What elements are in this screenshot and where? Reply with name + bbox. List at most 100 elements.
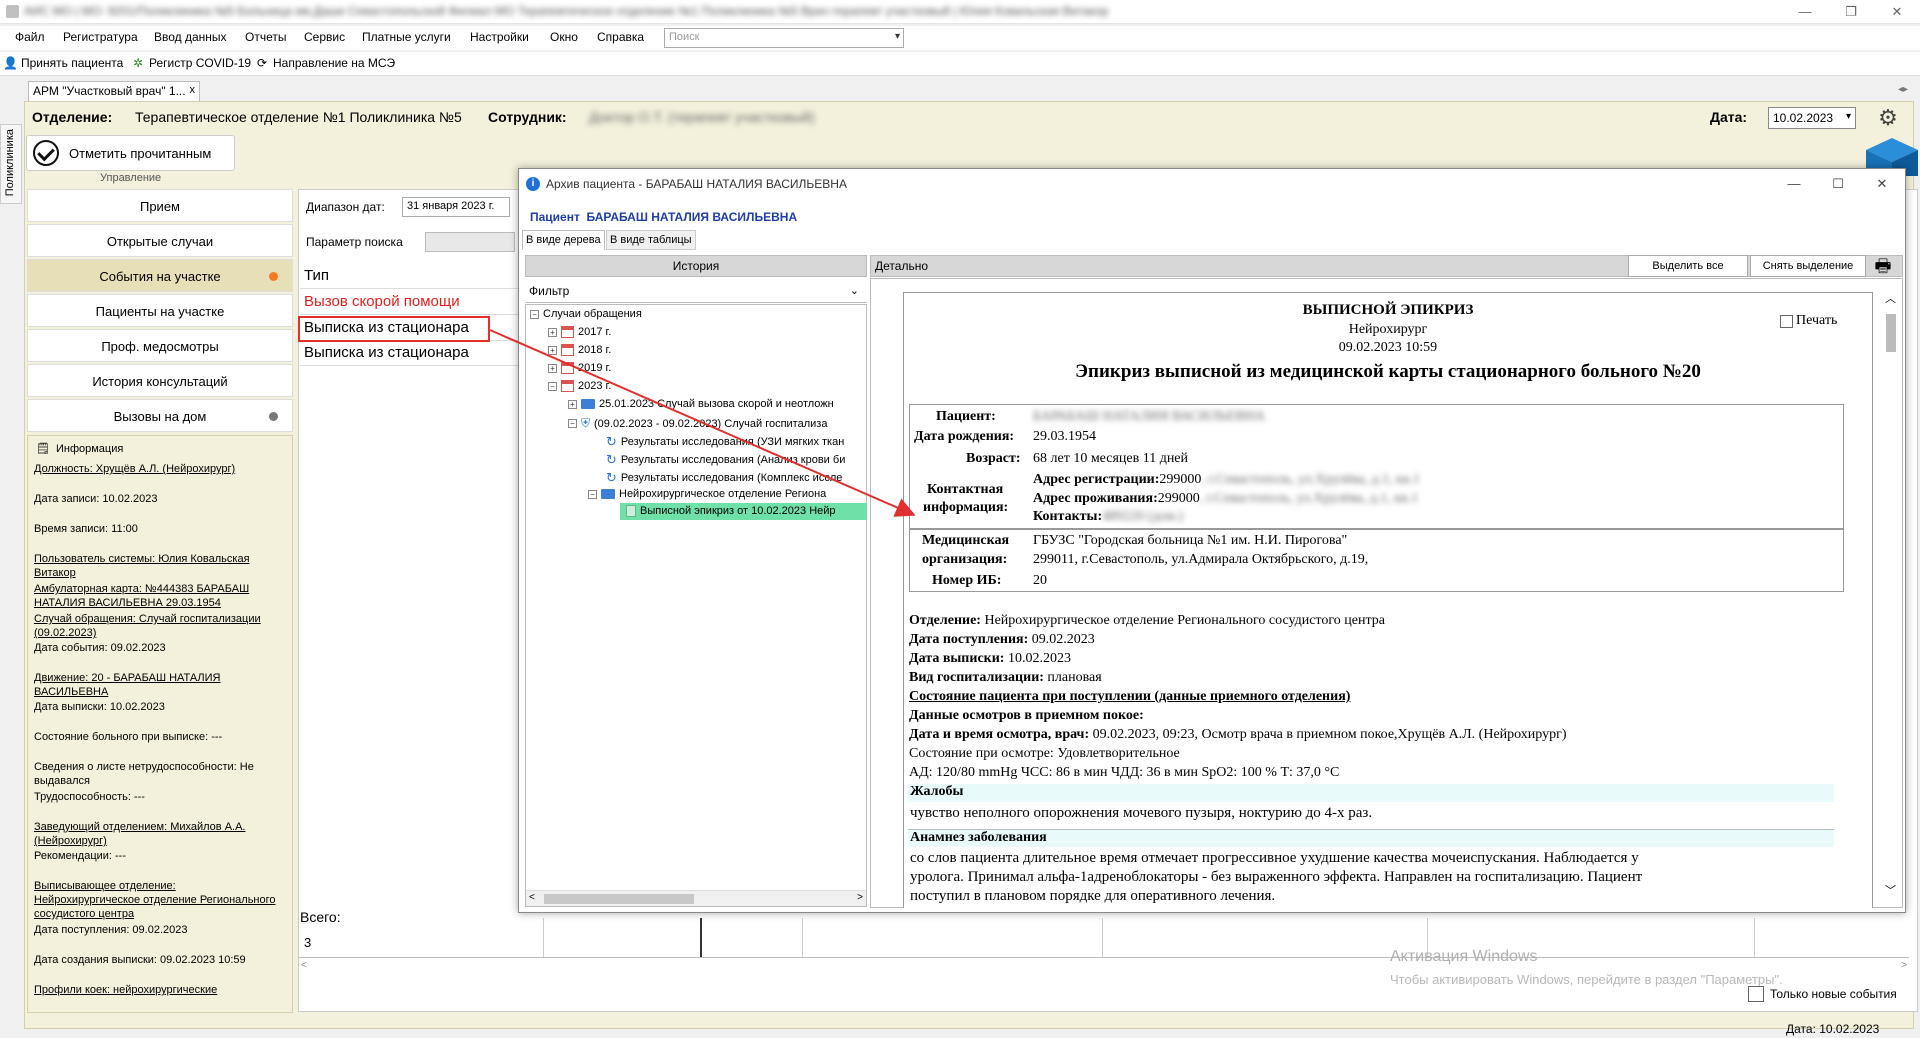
chevron-down-icon[interactable]: ⌄ bbox=[850, 284, 859, 297]
event-row-ambulance[interactable]: Вызов скорой помощи bbox=[300, 290, 520, 315]
tree-node-2023[interactable]: − 2023 г. bbox=[548, 380, 611, 392]
calendar-icon bbox=[561, 380, 574, 392]
printer-icon[interactable]: 🖶 bbox=[1868, 256, 1898, 276]
info-outpatient-card[interactable]: Амбулаторная карта: №444383 БАРАБАШ НАТА… bbox=[34, 582, 284, 610]
nav-district-events[interactable]: События на участке bbox=[27, 259, 293, 292]
select-all-button[interactable]: Выделить все bbox=[1628, 255, 1748, 277]
tab-scroll-arrows[interactable]: ◂▸ bbox=[1898, 84, 1908, 95]
menu-window[interactable]: Окно bbox=[550, 30, 578, 44]
menu-service[interactable]: Сервис bbox=[304, 30, 345, 44]
windows-activation-text: Чтобы активировать Windows, перейдите в … bbox=[1390, 972, 1783, 987]
global-search-input[interactable]: Поиск ▾ bbox=[664, 28, 904, 48]
minimize-button[interactable]: — bbox=[1782, 0, 1828, 24]
tree-node-blood-result[interactable]: ↻ Результаты исследования (Анализ крови … bbox=[606, 452, 845, 468]
scroll-right-icon[interactable]: > bbox=[857, 892, 863, 903]
dialog-maximize-button[interactable]: ☐ bbox=[1818, 172, 1858, 196]
scroll-thumb[interactable] bbox=[544, 894, 694, 904]
mse-referral-button[interactable]: ⟳ Направление на МСЭ bbox=[255, 56, 395, 70]
checkbox-box[interactable] bbox=[1780, 314, 1793, 328]
collapse-icon[interactable]: − bbox=[568, 419, 577, 428]
tree-node-cases[interactable]: − Случаи обращения bbox=[530, 308, 642, 320]
menu-file[interactable]: Файл bbox=[15, 30, 45, 44]
tree-node-2019[interactable]: + 2019 г. bbox=[548, 362, 611, 374]
accept-patient-button[interactable]: 👤 Принять пациента bbox=[3, 56, 123, 70]
only-new-events-checkbox[interactable]: Только новые события bbox=[1748, 986, 1897, 1002]
chevron-down-icon[interactable]: ▾ bbox=[895, 31, 900, 42]
menu-reports[interactable]: Отчеты bbox=[245, 30, 286, 44]
scroll-left-icon[interactable]: < bbox=[301, 960, 307, 971]
checkbox-box[interactable] bbox=[1748, 986, 1764, 1002]
menu-paid-services[interactable]: Платные услуги bbox=[362, 30, 451, 44]
windows-activation-title: Активация Windows bbox=[1390, 948, 1538, 965]
scroll-right-icon[interactable]: > bbox=[1901, 960, 1907, 971]
tab-tree-view[interactable]: В виде дерева bbox=[522, 230, 605, 250]
menu-registry[interactable]: Регистратура bbox=[63, 30, 138, 44]
tab-table-view[interactable]: В виде таблицы bbox=[606, 230, 696, 250]
tree-node-discharge-epicrisis[interactable]: Выписной эпикриз от 10.02.2023 Нейр bbox=[626, 505, 836, 517]
age-label: Возраст: bbox=[966, 451, 1021, 466]
accept-patient-icon: 👤 bbox=[3, 56, 18, 70]
tree-horizontal-scrollbar[interactable]: < > bbox=[526, 890, 866, 906]
tree-node-neurosurgery-dept[interactable]: − Нейрохирургическое отделение Региона bbox=[588, 488, 826, 500]
nav-consult-history[interactable]: История консультаций bbox=[27, 364, 293, 397]
anamnesis-heading: Анамнез заболевания bbox=[908, 829, 1834, 847]
info-sick-leave: Сведения о листе нетрудоспособности: Не … bbox=[34, 761, 254, 787]
restore-button[interactable]: ❐ bbox=[1828, 0, 1874, 24]
epicrisis-heading: Эпикриз выписной из медицинской карты ст… bbox=[1075, 361, 1701, 382]
event-row-discharge-2[interactable]: Выписка из стационара bbox=[300, 341, 520, 366]
polyclinic-side-tab[interactable]: Поликлиника bbox=[0, 124, 22, 204]
tree-node-2018[interactable]: + 2018 г. bbox=[548, 344, 611, 356]
tree-node-hospitalization-case[interactable]: − ⛨ (09.02.2023 - 09.02.2023) Случай госп… bbox=[568, 416, 827, 431]
chevron-down-icon[interactable]: ▾ bbox=[1846, 111, 1851, 122]
info-head-of-dept[interactable]: Заведующий отделением: Михайлов А.А. (Не… bbox=[34, 820, 284, 848]
expand-icon[interactable]: + bbox=[548, 327, 557, 337]
info-position[interactable]: Должность: Хрущёв А.Л. (Нейрохирург) bbox=[34, 462, 284, 476]
collapse-icon[interactable]: − bbox=[588, 489, 597, 499]
print-checkbox[interactable]: Печать bbox=[1780, 313, 1837, 329]
collapse-icon[interactable]: − bbox=[530, 309, 539, 319]
folder-icon bbox=[601, 489, 615, 499]
dob-label: Дата рождения: bbox=[914, 429, 1015, 444]
tree-node-2017[interactable]: + 2017 г. bbox=[548, 326, 611, 338]
type-column-header[interactable]: Тип bbox=[300, 264, 520, 289]
date-range-input[interactable]: 31 января 2023 г. bbox=[402, 197, 510, 217]
collapse-icon[interactable]: − bbox=[548, 381, 557, 391]
nav-prof-exams[interactable]: Проф. медосмотры bbox=[27, 329, 293, 362]
header-row: Отделение: Терапевтическое отделение №1 … bbox=[32, 109, 1912, 129]
nav-district-patients[interactable]: Пациенты на участке bbox=[27, 294, 293, 327]
mark-read-button[interactable]: Отметить прочитанным bbox=[26, 135, 235, 171]
search-param-input[interactable] bbox=[425, 232, 515, 252]
date-picker[interactable]: 10.02.2023 ▾ bbox=[1768, 107, 1856, 129]
menu-help[interactable]: Справка bbox=[597, 30, 644, 44]
scroll-down-icon[interactable]: ﹀ bbox=[1885, 882, 1896, 898]
scroll-up-icon[interactable]: ︿ bbox=[1885, 290, 1896, 306]
tree-node-ultrasound-result[interactable]: ↻ Результаты исследования (УЗИ мягких тк… bbox=[606, 434, 844, 450]
tab-arm-district-doctor[interactable]: АРМ "Участковый врач" 1... x bbox=[28, 81, 200, 101]
tree-node-complex-result[interactable]: ↻ Результаты исследования (Комплекс иссл… bbox=[606, 470, 842, 486]
nav-home-calls[interactable]: Вызовы на дом bbox=[27, 399, 293, 432]
dialog-minimize-button[interactable]: — bbox=[1774, 172, 1814, 196]
menu-data-entry[interactable]: Ввод данных bbox=[154, 30, 227, 44]
info-discharging-dept[interactable]: Выписывающее отделение: Нейрохирургическ… bbox=[34, 879, 284, 921]
scroll-left-icon[interactable]: < bbox=[529, 892, 535, 903]
filter-dropdown[interactable]: Фильтр ⌄ bbox=[525, 281, 867, 303]
tree-node-ambulance-case[interactable]: + 25.01.2023 Случай вызова скорой и неот… bbox=[568, 398, 834, 410]
expand-icon[interactable]: + bbox=[548, 363, 557, 373]
info-movement[interactable]: Движение: 20 - БАРАБАШ НАТАЛИЯ ВАСИЛЬЕВН… bbox=[34, 671, 284, 699]
nav-reception[interactable]: Прием bbox=[27, 189, 293, 222]
detail-vertical-scrollbar[interactable]: ︿ ﹀ bbox=[1882, 290, 1900, 898]
scroll-thumb[interactable] bbox=[1886, 314, 1896, 352]
expand-icon[interactable]: + bbox=[568, 399, 577, 409]
info-system-user[interactable]: Пользователь системы: Юлия Ковальская Ви… bbox=[34, 552, 284, 580]
info-case[interactable]: Случай обращения: Случай госпитализации … bbox=[34, 612, 284, 640]
close-button[interactable]: ✕ bbox=[1874, 0, 1920, 24]
deselect-button[interactable]: Снять выделение bbox=[1750, 255, 1866, 277]
dialog-close-button[interactable]: ✕ bbox=[1862, 172, 1902, 196]
gear-icon[interactable]: ⚙ bbox=[1876, 106, 1900, 130]
covid-registry-button[interactable]: ✲ Регистр COVID-19 bbox=[131, 56, 251, 70]
nav-open-cases[interactable]: Открытые случаи bbox=[27, 224, 293, 257]
info-bed-profiles[interactable]: Профили коек: нейрохирургические bbox=[34, 983, 284, 997]
menu-settings[interactable]: Настройки bbox=[470, 30, 529, 44]
tab-close-icon[interactable]: x bbox=[190, 84, 196, 96]
expand-icon[interactable]: + bbox=[548, 345, 557, 355]
